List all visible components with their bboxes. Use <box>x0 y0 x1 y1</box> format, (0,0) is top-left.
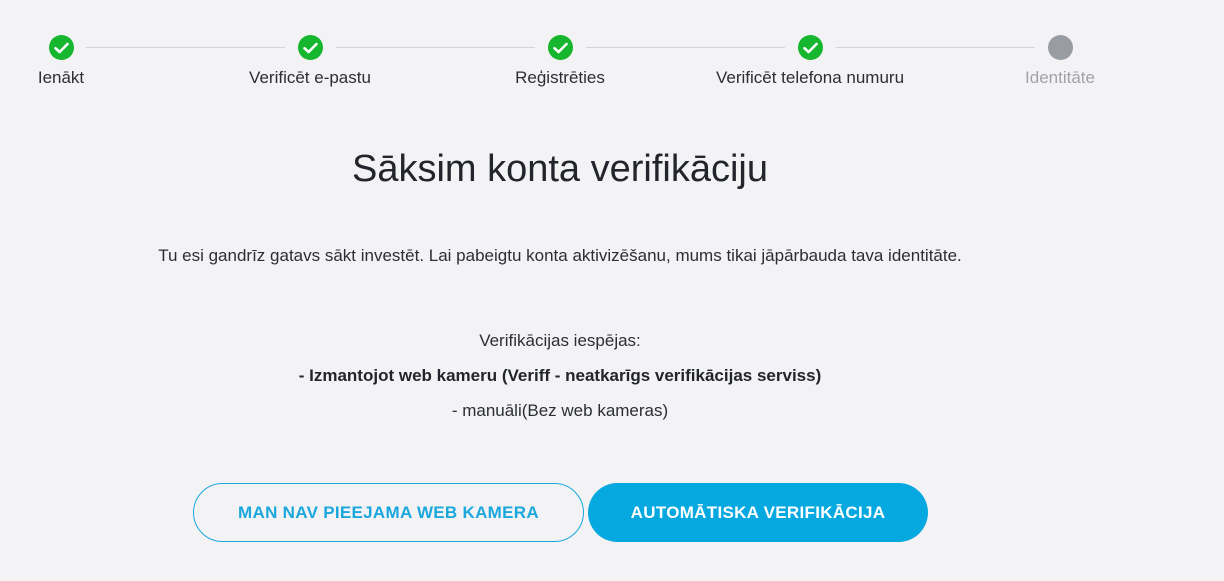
verification-options: Verifikācijas iespējas: - Izmantojot web… <box>0 331 1120 436</box>
check-icon <box>547 35 573 60</box>
no-webcam-button[interactable]: MAN NAV PIEEJAMA WEB KAMERA <box>193 483 584 542</box>
step-login: Ienākt <box>0 35 161 88</box>
options-heading: Verifikācijas iespējas: <box>479 331 641 350</box>
check-icon <box>797 35 823 60</box>
pending-step-icon <box>1047 35 1073 60</box>
intro-text: Tu esi gandrīz gatavs sākt investēt. Lai… <box>158 246 962 265</box>
step-register: Reģistrēties <box>460 35 660 88</box>
auto-verification-button[interactable]: AUTOMĀTISKA VERIFIKĀCIJA <box>588 483 928 542</box>
page-title: Sāksim konta verifikāciju <box>351 148 769 190</box>
check-icon <box>297 35 323 60</box>
option-manual: - manuāli(Bez web kameras) <box>451 401 669 420</box>
progress-stepper: Ienākt Verificēt e-pastu Reģistrēties Ve… <box>0 0 1224 100</box>
step-identity: Identitāte <box>960 35 1160 88</box>
step-label: Verificēt telefona numuru <box>715 68 905 87</box>
step-label: Verificēt e-pastu <box>249 68 371 87</box>
step-label: Ienākt <box>37 68 85 87</box>
step-label: Reģistrēties <box>515 68 605 87</box>
step-label: Identitāte <box>1025 68 1095 87</box>
check-icon <box>48 35 74 60</box>
step-verify-email: Verificēt e-pastu <box>210 35 410 88</box>
option-webcam: - Izmantojot web kameru (Veriff - neatka… <box>298 366 822 385</box>
step-verify-phone: Verificēt telefona numuru <box>710 35 910 88</box>
